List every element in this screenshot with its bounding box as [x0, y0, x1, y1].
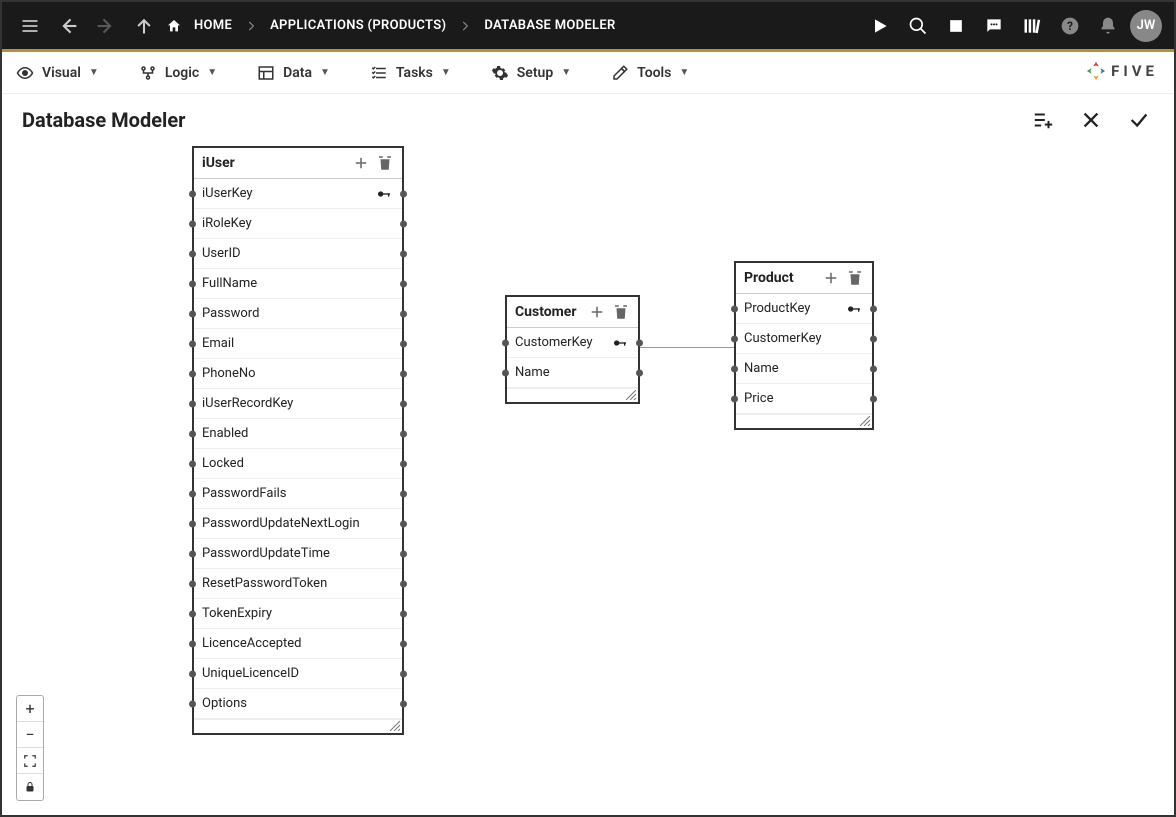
delete-table-icon[interactable]	[612, 303, 630, 321]
breadcrumb: HOME APPLICATIONS (PRODUCTS) DATABASE MO…	[166, 18, 622, 34]
table-product[interactable]: Product ProductKey CustomerKey Name Pric…	[734, 261, 874, 430]
key-icon	[612, 335, 630, 351]
table-customer-name: Customer	[515, 304, 582, 320]
avatar[interactable]: JW	[1130, 10, 1162, 42]
menu-visual[interactable]: Visual▼	[16, 64, 99, 82]
resize-handle-icon[interactable]	[626, 390, 636, 400]
bell-icon[interactable]	[1092, 10, 1124, 42]
relationship-line	[638, 347, 734, 348]
field-row[interactable]: iRoleKey	[194, 209, 402, 239]
back-arrow-icon[interactable]	[52, 10, 84, 42]
field-row[interactable]: Password	[194, 299, 402, 329]
field-row[interactable]: CustomerKey	[507, 328, 638, 358]
delete-table-icon[interactable]	[376, 154, 394, 172]
page-header: Database Modeler	[2, 94, 1174, 138]
help-icon[interactable]: ?	[1054, 10, 1086, 42]
field-row[interactable]: ResetPasswordToken	[194, 569, 402, 599]
field-row[interactable]: LicenceAccepted	[194, 629, 402, 659]
library-icon[interactable]	[1016, 10, 1048, 42]
chat-icon[interactable]	[978, 10, 1010, 42]
field-row[interactable]: Locked	[194, 449, 402, 479]
chevron-right-icon	[458, 19, 472, 33]
hamburger-menu[interactable]	[14, 10, 46, 42]
field-row[interactable]: UniqueLicenceID	[194, 659, 402, 689]
key-icon	[846, 301, 864, 317]
topbar: HOME APPLICATIONS (PRODUCTS) DATABASE MO…	[2, 2, 1174, 52]
menu-setup-label: Setup	[517, 65, 553, 81]
table-icon	[257, 64, 275, 82]
menu-data-label: Data	[283, 65, 312, 81]
field-row[interactable]: PasswordUpdateTime	[194, 539, 402, 569]
field-row[interactable]: Name	[507, 358, 638, 388]
menu-logic-label: Logic	[165, 65, 199, 81]
add-list-button[interactable]	[1028, 105, 1058, 135]
field-row[interactable]: iUserRecordKey	[194, 389, 402, 419]
svg-text:?: ?	[1067, 19, 1073, 33]
close-button[interactable]	[1076, 105, 1106, 135]
field-row[interactable]: FullName	[194, 269, 402, 299]
delete-table-icon[interactable]	[846, 269, 864, 287]
field-row[interactable]: CustomerKey	[736, 324, 872, 354]
field-row[interactable]: Name	[736, 354, 872, 384]
field-row[interactable]: PhoneNo	[194, 359, 402, 389]
menu-visual-label: Visual	[42, 65, 81, 81]
tools-icon	[611, 64, 629, 82]
menu-tools-label: Tools	[637, 65, 671, 81]
field-row[interactable]: UserID	[194, 239, 402, 269]
brand-logo: FIVE	[1085, 60, 1158, 82]
page-title: Database Modeler	[22, 108, 185, 132]
field-row[interactable]: PasswordFails	[194, 479, 402, 509]
menu-tasks[interactable]: Tasks▼	[370, 64, 451, 82]
fit-screen-button[interactable]	[17, 748, 43, 774]
add-field-icon[interactable]	[352, 154, 370, 172]
table-customer[interactable]: Customer CustomerKey Name	[505, 295, 640, 404]
field-row[interactable]: Email	[194, 329, 402, 359]
brand-text: FIVE	[1111, 62, 1158, 80]
field-row[interactable]: Price	[736, 384, 872, 414]
breadcrumb-database-modeler[interactable]: DATABASE MODELER	[478, 18, 621, 33]
stop-icon[interactable]	[940, 10, 972, 42]
gear-icon	[491, 64, 509, 82]
resize-handle-icon[interactable]	[860, 416, 870, 426]
field-row[interactable]: Enabled	[194, 419, 402, 449]
menu-tasks-label: Tasks	[396, 65, 433, 81]
zoom-out-button[interactable]: −	[17, 722, 43, 748]
menu-data[interactable]: Data▼	[257, 64, 330, 82]
menubar: Visual▼ Logic▼ Data▼ Tasks▼ Setup▼ Tools…	[2, 52, 1174, 94]
key-icon	[376, 186, 394, 202]
canvas[interactable]: iUser iUserKey iRoleKey UserID FullName …	[2, 138, 1174, 815]
breadcrumb-applications[interactable]: APPLICATIONS (PRODUCTS)	[264, 18, 452, 33]
table-iuser-name: iUser	[202, 155, 346, 171]
zoom-controls: + −	[16, 695, 44, 801]
resize-handle-icon[interactable]	[390, 721, 400, 731]
search-icon[interactable]	[902, 10, 934, 42]
tasks-icon	[370, 64, 388, 82]
field-row[interactable]: Options	[194, 689, 402, 719]
table-iuser[interactable]: iUser iUserKey iRoleKey UserID FullName …	[192, 146, 404, 735]
eye-icon	[16, 64, 34, 82]
confirm-button[interactable]	[1124, 105, 1154, 135]
field-row[interactable]: PasswordUpdateNextLogin	[194, 509, 402, 539]
field-row[interactable]: ProductKey	[736, 294, 872, 324]
menu-logic[interactable]: Logic▼	[139, 64, 217, 82]
play-icon[interactable]	[864, 10, 896, 42]
field-row[interactable]: TokenExpiry	[194, 599, 402, 629]
table-product-name: Product	[744, 270, 816, 286]
add-field-icon[interactable]	[822, 269, 840, 287]
chevron-right-icon	[244, 19, 258, 33]
field-row[interactable]: iUserKey	[194, 179, 402, 209]
lock-button[interactable]	[17, 774, 43, 800]
menu-setup[interactable]: Setup▼	[491, 64, 571, 82]
breadcrumb-home[interactable]: HOME	[188, 18, 238, 33]
logic-icon	[139, 64, 157, 82]
zoom-in-button[interactable]: +	[17, 696, 43, 722]
add-field-icon[interactable]	[588, 303, 606, 321]
menu-tools[interactable]: Tools▼	[611, 64, 689, 82]
up-arrow-icon[interactable]	[128, 10, 160, 42]
forward-arrow-icon[interactable]	[90, 10, 122, 42]
home-icon[interactable]: HOME	[166, 18, 238, 34]
